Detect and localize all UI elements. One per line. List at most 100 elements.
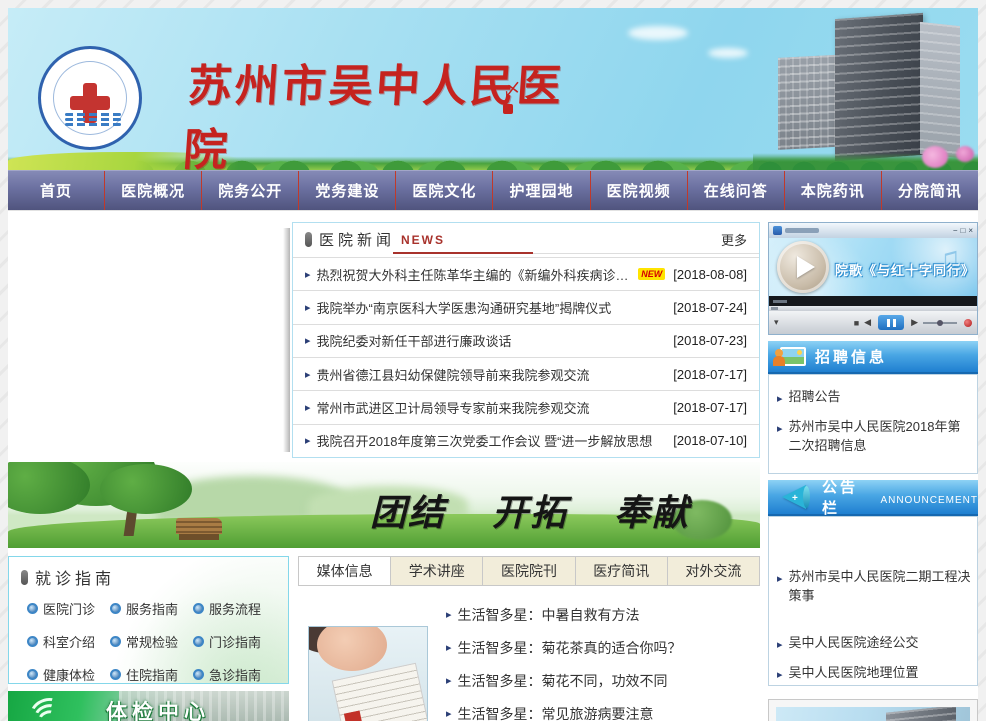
arrow-icon: ▸: [305, 334, 311, 347]
cloud: [708, 48, 748, 58]
visit-guide-title: 就诊指南: [35, 565, 115, 589]
guide-item-inpatient[interactable]: 住院指南: [110, 665, 193, 684]
next-icon[interactable]: ▶: [911, 317, 918, 328]
news-item-date: [2018-07-24]: [665, 300, 747, 315]
media-tabs: 媒体信息 学术讲座 医院院刊 医疗简讯 对外交流: [298, 556, 760, 586]
guide-item-departments[interactable]: 科室介绍: [27, 632, 110, 651]
swoosh-logo-icon: [30, 697, 64, 721]
record-icon[interactable]: [964, 319, 972, 327]
announcement-title-en: ANNOUNCEMENT: [880, 495, 978, 506]
recruit-title: 招聘信息: [815, 346, 887, 367]
nav-item-video[interactable]: 医院视频: [590, 171, 687, 210]
media-item[interactable]: ▸生活智多星：菊花茶真的适合你吗？: [446, 631, 760, 664]
main-nav: 首页 医院概况 院务公开 党务建设 医院文化 护理园地 医院视频 在线问答 本院…: [8, 170, 978, 210]
announcement-item[interactable]: ▸苏州市吴中人民医院二期工程决策事: [777, 567, 973, 605]
news-item-title[interactable]: 我院召开2018年度第三次党委工作会议 暨“进一步解放思想: [317, 431, 653, 450]
news-header: 医院新闻 NEWS 更多: [293, 223, 759, 257]
news-item-date: [2018-07-23]: [665, 333, 747, 348]
nav-item-branch[interactable]: 分院简讯: [881, 171, 978, 210]
target-bullet-icon: [27, 636, 38, 647]
news-item[interactable]: ▸ 我院纪委对新任干部进行廉政谈话 [2018-07-23]: [293, 324, 759, 357]
recruit-item[interactable]: ▸招聘公告: [777, 387, 969, 409]
tree-foliage: [100, 464, 192, 514]
building-photo: [753, 8, 978, 170]
pause-button[interactable]: [878, 315, 904, 330]
guide-item-outpatient-guide[interactable]: 门诊指南: [193, 632, 276, 651]
hospital-intro-image: 医院简介: [776, 707, 970, 721]
right-column: − □ × ♫ 院歌《与红十字同行》 ▾ ■ ◀: [768, 222, 978, 721]
nav-item-culture[interactable]: 医院文化: [395, 171, 492, 210]
stop-icon[interactable]: ■: [854, 318, 859, 328]
arrow-icon: ▸: [446, 707, 452, 720]
nav-item-party[interactable]: 党务建设: [298, 171, 395, 210]
checkup-center-banner[interactable]: 体检中心: [8, 691, 289, 721]
announcement-header: + 公告栏 ANNOUNCEMENT: [768, 480, 978, 516]
news-item[interactable]: ▸ 热烈祝贺大外科主任陈革华主编的《新编外科疾病诊断与治 NEW [2018-0…: [293, 257, 759, 290]
previous-icon[interactable]: ◀: [864, 317, 871, 328]
arrow-icon: ▸: [446, 608, 452, 621]
player-app-name: [785, 228, 819, 233]
play-button[interactable]: [777, 241, 829, 293]
seek-bar[interactable]: [769, 306, 977, 311]
playlist-dropdown-icon[interactable]: ▾: [774, 317, 779, 328]
news-item[interactable]: ▸ 我院召开2018年度第三次党委工作会议 暨“进一步解放思想 [2018-07…: [293, 424, 759, 457]
recruit-item[interactable]: ▸苏州市吴中人民医院2018年第二次招聘信息: [777, 417, 969, 455]
gray-underline: [533, 253, 759, 254]
news-item-title[interactable]: 我院举办“南京医科大学医患沟通研究基地”揭牌仪式: [317, 298, 612, 317]
nav-item-overview[interactable]: 医院概况: [104, 171, 201, 210]
seek-handle[interactable]: [771, 307, 778, 310]
minimize-icon[interactable]: −: [953, 226, 958, 235]
news-item-date: [2018-07-17]: [665, 367, 747, 382]
guide-item-checkup[interactable]: 健康体检: [27, 665, 110, 684]
news-item-date: [2018-07-17]: [665, 400, 747, 415]
site-header: 苏州市吴中人民医院 SUZHOU WUZHONG PEOPLE'S HOSPIT…: [8, 8, 978, 170]
news-title: 医院新闻: [319, 229, 395, 250]
close-icon[interactable]: ×: [968, 226, 973, 235]
tab-medical-brief[interactable]: 医疗简讯: [576, 556, 668, 586]
recruit-header: 招聘信息: [768, 341, 978, 374]
recruit-icon: [780, 347, 806, 366]
tab-journal[interactable]: 医院院刊: [483, 556, 575, 586]
media-item[interactable]: ▸生活智多星：中暑自救有方法: [446, 598, 760, 631]
guide-item-outpatient[interactable]: 医院门诊: [27, 599, 110, 618]
nav-item-nursing[interactable]: 护理园地: [492, 171, 589, 210]
hospital-name-cn: 苏州市吴中人民医院: [182, 50, 611, 170]
news-more-link[interactable]: 更多: [721, 230, 747, 249]
nav-item-affairs[interactable]: 院务公开: [201, 171, 298, 210]
player-app-icon: [773, 226, 782, 235]
guide-item-service-flow[interactable]: 服务流程: [193, 599, 276, 618]
visit-guide-header: 就诊指南: [21, 565, 276, 589]
announcement-title: 公告栏: [822, 476, 874, 518]
news-item[interactable]: ▸ 贵州省德江县妇幼保健院领导前来我院参观交流 [2018-07-17]: [293, 357, 759, 390]
news-item-title[interactable]: 我院纪委对新任干部进行廉政谈话: [317, 331, 512, 350]
maximize-icon[interactable]: □: [960, 226, 965, 235]
visit-guide-grid: 医院门诊 服务指南 服务流程 科室介绍 常规检验 门诊指南 健康体检 住院指南 …: [21, 595, 276, 684]
tab-lectures[interactable]: 学术讲座: [391, 556, 483, 586]
nav-item-home[interactable]: 首页: [8, 171, 104, 210]
news-item-title[interactable]: 常州市武进区卫计局领导专家前来我院参观交流: [317, 398, 590, 417]
flower: [956, 146, 974, 162]
visit-guide-box: 就诊指南 医院门诊 服务指南 服务流程 科室介绍 常规检验 门诊指南 健康体检 …: [8, 556, 289, 684]
news-item[interactable]: ▸ 我院举办“南京医科大学医患沟通研究基地”揭牌仪式 [2018-07-24]: [293, 290, 759, 323]
volume-slider[interactable]: [923, 322, 957, 324]
media-item[interactable]: ▸生活智多星：菊花不同，功效不同: [446, 664, 760, 697]
announcement-item[interactable]: ▸吴中人民医院途经公交: [777, 633, 919, 655]
player-controls: ▾ ■ ◀ ▶: [769, 311, 977, 334]
media-item[interactable]: ▸生活智多星：常见旅游病要注意: [446, 697, 760, 721]
content: 医院新闻 NEWS 更多 ▸ 热烈祝贺大外科主任陈革华主编的《新编外科疾病诊断与…: [8, 210, 978, 721]
tab-media-info[interactable]: 媒体信息: [298, 556, 391, 586]
image-slider[interactable]: [8, 222, 290, 458]
announcement-item[interactable]: ▸吴中人民医院地理位置: [777, 663, 919, 685]
guide-item-service-guide[interactable]: 服务指南: [110, 599, 193, 618]
news-item-title[interactable]: 热烈祝贺大外科主任陈革华主编的《新编外科疾病诊断与治: [317, 265, 635, 284]
article-thumbnail: [308, 626, 428, 721]
guide-item-lab-tests[interactable]: 常规检验: [110, 632, 193, 651]
volume-handle[interactable]: [937, 320, 943, 326]
news-item[interactable]: ▸ 常州市武进区卫计局领导专家前来我院参观交流 [2018-07-17]: [293, 390, 759, 423]
nav-item-pharmacy[interactable]: 本院药讯: [784, 171, 881, 210]
guide-item-emergency[interactable]: 急诊指南: [193, 665, 276, 684]
tab-exchange[interactable]: 对外交流: [668, 556, 760, 586]
nav-item-qa[interactable]: 在线问答: [687, 171, 784, 210]
hospital-intro-box[interactable]: 医院简介: [768, 699, 978, 721]
news-item-title[interactable]: 贵州省德江县妇幼保健院领导前来我院参观交流: [317, 365, 590, 384]
